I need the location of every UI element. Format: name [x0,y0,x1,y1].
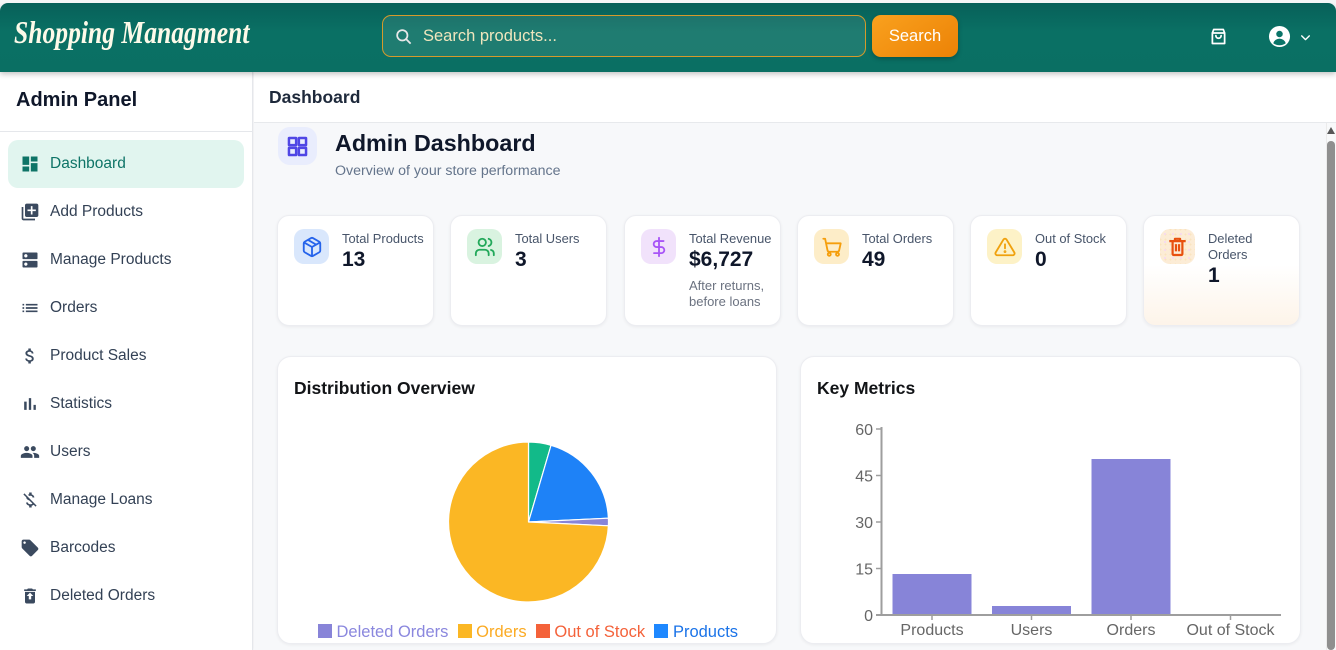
svg-text:15: 15 [855,562,873,579]
svg-text:0: 0 [864,608,873,625]
svg-text:60: 60 [855,422,873,439]
svg-text:45: 45 [855,469,873,486]
svg-text:Users: Users [1011,622,1053,639]
svg-text:30: 30 [855,515,873,532]
svg-text:Out of Stock: Out of Stock [1186,622,1275,639]
svg-text:Products: Products [900,622,963,639]
svg-text:Orders: Orders [1107,622,1156,639]
